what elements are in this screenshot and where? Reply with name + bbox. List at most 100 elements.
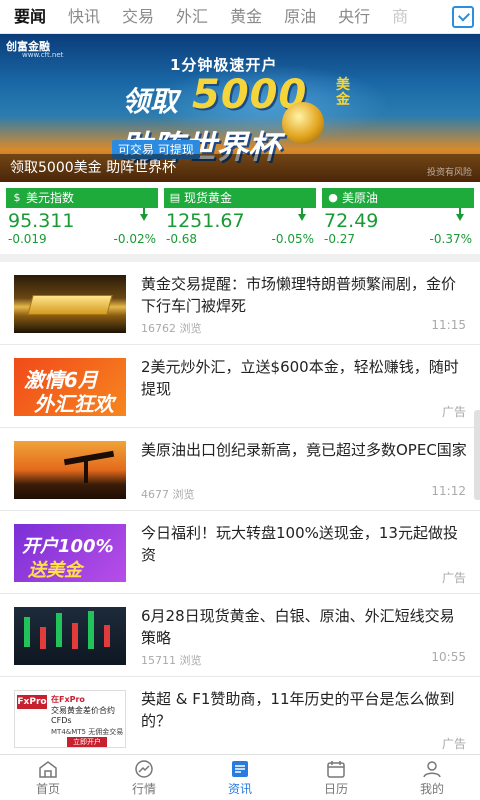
news-time: 10:55 — [431, 650, 466, 664]
oil-drop-icon: ● — [328, 191, 338, 204]
down-arrow-icon — [456, 208, 464, 221]
news-thumbnail — [14, 441, 126, 499]
tab-shang[interactable]: 商 — [392, 0, 408, 34]
quote-us-crude[interactable]: ● 美原油 72.49 -0.27 -0.37% — [322, 188, 474, 252]
thumb-open-account-button: 立即开户 — [67, 737, 107, 747]
quote-spot-gold[interactable]: ▤ 现货黄金 1251.67 -0.68 -0.05% — [164, 188, 316, 252]
ad-thumbnail: FxPro 在FxPro 交易黄金差价合约 CFDs MT4&MT5 无佣金交易… — [14, 690, 126, 748]
quote-name: 美原油 — [342, 191, 379, 205]
quote-change: -0.68 — [166, 232, 198, 246]
news-time: 11:15 — [431, 318, 466, 332]
promo-banner[interactable]: 创富金融 www.cft.net 1分钟极速开户 领取 5000 美金 助阵世界… — [0, 34, 480, 182]
quote-change: -0.27 — [324, 232, 356, 246]
quote-name: 现货黄金 — [184, 191, 233, 205]
nav-label: 日历 — [323, 782, 348, 796]
quote-header: ● 美原油 — [322, 188, 474, 208]
candle-image — [56, 613, 62, 647]
oil-rig-image — [63, 450, 115, 466]
nav-label: 行情 — [131, 782, 156, 796]
news-views: 16762 浏览 — [141, 322, 202, 335]
ad-item[interactable]: 激情6月 外汇狂欢 2美元炒外汇，立送$600本金，轻松赚钱，随时提现 广告 — [0, 345, 480, 428]
candle-image — [72, 623, 78, 649]
oil-rig-leg — [84, 459, 88, 483]
trend-icon — [135, 760, 153, 778]
candle-image — [104, 625, 110, 647]
nav-label: 资讯 — [227, 782, 252, 796]
user-icon — [423, 761, 441, 778]
nav-news[interactable]: 资讯 — [192, 755, 288, 800]
ad-thumbnail: 开户100% 送美金 — [14, 524, 126, 582]
ad-label: 广告 — [441, 405, 466, 419]
quote-header: $ 美元指数 — [6, 188, 158, 208]
section-divider — [0, 254, 480, 262]
tab-yuanyou[interactable]: 原油 — [284, 0, 316, 34]
top-tab-bar: 要闻 快讯 交易 外汇 黄金 原油 央行 商 — [0, 0, 480, 34]
ad-title: 2美元炒外汇，立送$600本金，轻松赚钱，随时提现 — [141, 358, 459, 398]
ad-item[interactable]: FxPro 在FxPro 交易黄金差价合约 CFDs MT4&MT5 无佣金交易… — [0, 677, 480, 754]
news-views: 15711 浏览 — [141, 654, 202, 667]
news-title: 美原油出口创纪录新高，竟已超过多数OPEC国家 — [141, 441, 467, 459]
news-title: 6月28日现货黄金、白银、原油、外汇短线交易策略 — [141, 607, 455, 647]
edit-tabs-icon[interactable] — [452, 6, 474, 28]
tab-waihui[interactable]: 外汇 — [176, 0, 208, 34]
nav-home[interactable]: 首页 — [0, 755, 96, 800]
candle-image — [88, 611, 94, 649]
nav-calendar[interactable]: 日历 — [288, 755, 384, 800]
nav-label: 我的 — [419, 782, 444, 796]
news-thumbnail — [14, 607, 126, 665]
gold-coin-icon — [282, 102, 324, 144]
ad-label: 广告 — [441, 571, 466, 585]
gold-bar-image — [27, 295, 113, 315]
banner-caption: 领取5000美金 助阵世界杯 — [10, 160, 177, 176]
thumb-text: 外汇狂欢 — [34, 392, 114, 416]
quote-percent: -0.37% — [429, 232, 472, 246]
bottom-nav: 首页 行情 资讯 日历 我的 — [0, 754, 480, 800]
quote-usd-index[interactable]: $ 美元指数 95.311 -0.019 -0.02% — [6, 188, 158, 252]
banner-watermark: 投资有风险 — [426, 168, 472, 178]
news-list: 黄金交易提醒：市场懒理特朗普频繁闹剧，金价下行车门被焊死 16762 浏览 11… — [0, 262, 480, 754]
tab-jiaoyi[interactable]: 交易 — [122, 0, 154, 34]
scroll-handle[interactable] — [474, 410, 480, 500]
nav-market[interactable]: 行情 — [96, 755, 192, 800]
nav-profile[interactable]: 我的 — [384, 755, 480, 800]
ad-item[interactable]: 开户100% 送美金 今日福利！玩大转盘100%送现金，13元起做投资 广告 — [0, 511, 480, 594]
fxpro-logo: FxPro — [17, 695, 47, 709]
thumb-text: 送美金 — [28, 560, 82, 581]
down-arrow-icon — [298, 208, 306, 221]
news-item[interactable]: 6月28日现货黄金、白银、原油、外汇短线交易策略 15711 浏览 10:55 — [0, 594, 480, 677]
home-icon — [39, 761, 57, 778]
candle-image — [40, 627, 46, 649]
news-title: 黄金交易提醒：市场懒理特朗普频繁闹剧，金价下行车门被焊死 — [141, 275, 457, 315]
quote-change: -0.019 — [8, 232, 47, 246]
banner-logo-url: www.cft.net — [22, 51, 64, 59]
calendar-icon — [327, 761, 345, 778]
quote-name: 美元指数 — [26, 191, 75, 205]
thumb-text: 交易黄金差价合约 — [51, 706, 115, 715]
thumb-text: MT4&MT5 无佣金交易 — [51, 728, 124, 736]
news-item[interactable]: 美原油出口创纪录新高，竟已超过多数OPEC国家 4677 浏览 11:12 — [0, 428, 480, 511]
quote-percent: -0.05% — [271, 232, 314, 246]
ad-title: 今日福利！玩大转盘100%送现金，13元起做投资 — [141, 524, 458, 564]
quote-header: ▤ 现货黄金 — [164, 188, 316, 208]
tab-yanghang[interactable]: 央行 — [338, 0, 370, 34]
category-tabs: 要闻 快讯 交易 外汇 黄金 原油 央行 商 — [0, 0, 440, 34]
tab-huangjin[interactable]: 黄金 — [230, 0, 262, 34]
market-quotes: $ 美元指数 95.311 -0.019 -0.02% ▤ 现货黄金 1251.… — [0, 188, 480, 252]
down-arrow-icon — [140, 208, 148, 221]
quote-percent: -0.02% — [113, 232, 156, 246]
thumb-text: CFDs — [51, 716, 72, 725]
quote-price: 72.49 — [324, 210, 379, 232]
candle-image — [24, 617, 30, 647]
ad-thumbnail: 激情6月 外汇狂欢 — [14, 358, 126, 416]
banner-line2-prefix: 领取 — [122, 85, 179, 118]
news-item[interactable]: 黄金交易提醒：市场懒理特朗普频繁闹剧，金价下行车门被焊死 16762 浏览 11… — [0, 262, 480, 345]
thumb-text: 在FxPro — [51, 695, 85, 704]
quote-price: 1251.67 — [166, 210, 245, 232]
ad-title: 英超 & F1赞助商，11年历史的平台是怎么做到的？ — [141, 690, 455, 730]
news-thumbnail — [14, 275, 126, 333]
tab-yaowen[interactable]: 要闻 — [14, 0, 46, 34]
thumb-text: 开户100% — [22, 536, 114, 557]
tab-kuaixun[interactable]: 快讯 — [68, 0, 100, 34]
banner-unit: 美金 — [336, 77, 350, 108]
news-icon — [232, 761, 248, 777]
